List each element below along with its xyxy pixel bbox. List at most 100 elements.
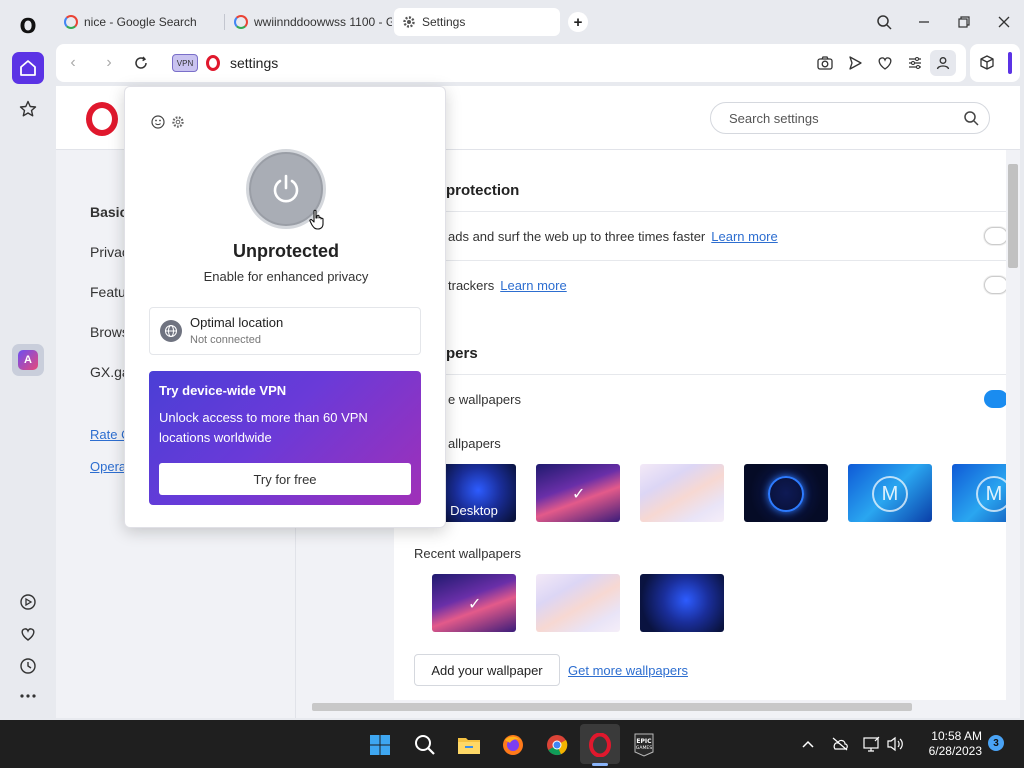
vpn-subtitle: Enable for enhanced privacy	[203, 269, 369, 284]
onedrive-cloud-icon[interactable]	[830, 734, 850, 754]
send-icon[interactable]	[846, 54, 864, 72]
search-icon	[963, 110, 979, 126]
vpn-status-text: Unprotected	[232, 241, 339, 261]
notification-badge[interactable]: 3	[988, 735, 1004, 751]
chevron-up-icon[interactable]	[798, 734, 818, 754]
tab-google-search[interactable]: nice - Google Search	[56, 8, 224, 36]
svg-text:GAMES: GAMES	[636, 745, 652, 751]
windows-taskbar: EPIC GAMES 10:58 AM 6/28/2023 3	[0, 720, 1024, 768]
tab-search-icon[interactable]	[872, 10, 896, 34]
opera-logo-icon	[206, 55, 220, 71]
extensions-cube-icon[interactable]	[978, 54, 996, 72]
horizontal-scrollbar[interactable]	[296, 700, 1006, 714]
learn-more-link[interactable]: Learn more	[711, 229, 777, 244]
aria-app-icon[interactable]: A	[12, 344, 44, 376]
easy-setup-icon[interactable]	[906, 54, 924, 72]
get-more-wallpapers-link[interactable]: Get more wallpapers	[568, 663, 688, 678]
heart-icon[interactable]	[12, 618, 44, 650]
network-monitor-icon[interactable]	[862, 734, 882, 754]
location-status: Not connected	[190, 334, 261, 346]
back-icon[interactable]: ‹	[64, 54, 82, 72]
add-wallpaper-button[interactable]: Add your wallpaper	[414, 654, 560, 686]
minimize-button[interactable]	[912, 10, 936, 34]
more-dots-icon[interactable]	[12, 680, 44, 712]
url-text[interactable]: settings	[230, 55, 278, 71]
opera-taskbar-icon[interactable]	[587, 732, 613, 758]
nav-item-features[interactable]: Featu	[90, 284, 126, 300]
player-icon[interactable]	[12, 586, 44, 618]
opera-help-link[interactable]: Opera	[90, 459, 126, 474]
search-icon[interactable]	[412, 732, 438, 758]
file-explorer-icon[interactable]	[456, 732, 482, 758]
location-title: Optimal location	[190, 315, 284, 330]
tab-label: Settings	[422, 15, 466, 29]
gear-icon	[402, 15, 416, 29]
windows-start-icon[interactable]	[367, 732, 393, 758]
learn-more-link[interactable]: Learn more	[500, 278, 566, 293]
vertical-scrollbar[interactable]	[1006, 150, 1020, 706]
profile-icon[interactable]	[930, 50, 956, 76]
get-more-wallpapers-text[interactable]: Get more wallpapers	[568, 663, 688, 678]
google-icon	[64, 15, 78, 29]
extensions-area	[970, 44, 1020, 82]
vpn-badge[interactable]: VPN	[172, 54, 198, 72]
new-tab-button[interactable]: +	[568, 12, 588, 32]
smiley-feedback-icon[interactable]	[151, 115, 165, 129]
firefox-icon[interactable]	[500, 732, 526, 758]
device-vpn-promo: Try device-wide VPN Unlock access to mor…	[149, 371, 421, 505]
recent-wallpaper-thumbnail[interactable]	[640, 574, 724, 632]
epic-games-icon[interactable]: EPIC GAMES	[631, 732, 657, 758]
history-clock-icon[interactable]	[12, 650, 44, 682]
selected-check-icon: ✓	[572, 486, 586, 503]
close-button[interactable]	[992, 10, 1016, 34]
snapshot-camera-icon[interactable]	[816, 54, 834, 72]
vpn-location-selector[interactable]: Optimal location Not connected	[149, 307, 421, 355]
block-ads-text: ads and surf the web up to three times f…	[448, 229, 706, 244]
tab-separator	[224, 14, 225, 30]
active-app-indicator	[592, 763, 608, 766]
restore-button[interactable]	[952, 10, 976, 34]
tab-label: nice - Google Search	[84, 15, 197, 29]
divider	[394, 211, 1006, 212]
google-icon	[234, 15, 248, 29]
clock-date: 6/28/2023	[928, 744, 982, 758]
reload-icon[interactable]	[132, 54, 150, 72]
bookmark-heart-icon[interactable]	[876, 54, 894, 72]
wallpaper-thumbnail[interactable]	[744, 464, 828, 522]
search-settings-input[interactable]: Search settings	[710, 102, 990, 134]
wallpaper-thumbnail[interactable]	[640, 464, 724, 522]
selected-check-icon: ✓	[468, 596, 482, 613]
globe-icon	[160, 320, 182, 342]
vpn-popup: Unprotected Enable for enhanced privacy …	[124, 86, 446, 528]
wallpaper-thumbnail[interactable]: ✓	[536, 464, 620, 522]
system-clock[interactable]: 10:58 AM 6/28/2023	[918, 729, 982, 759]
wallpapers-section-title: pers	[446, 345, 478, 362]
opera-logo-icon	[86, 102, 118, 136]
nav-item-basic[interactable]: Basic	[90, 204, 127, 220]
enable-wallpapers-label: e wallpapers	[448, 392, 521, 407]
block-ads-toggle[interactable]	[984, 227, 1008, 245]
clock-time: 10:58 AM	[931, 729, 982, 743]
vpn-settings-gear-icon[interactable]	[171, 115, 185, 129]
block-trackers-toggle[interactable]	[984, 276, 1008, 294]
tab-google-search-2[interactable]: wwiinnddoowwss 1100 - G	[226, 8, 392, 36]
opera-menu-icon[interactable]: O	[16, 14, 40, 40]
try-for-free-button[interactable]: Try for free	[159, 463, 411, 495]
home-icon[interactable]	[12, 52, 44, 84]
wallpaper-thumbnail[interactable]: M	[848, 464, 932, 522]
promo-title: Try device-wide VPN	[159, 383, 287, 398]
bookmarks-star-icon[interactable]	[12, 93, 44, 125]
recent-wallpaper-thumbnail[interactable]: ✓	[432, 574, 516, 632]
enable-wallpapers-toggle[interactable]	[984, 390, 1008, 408]
divider	[394, 374, 1006, 375]
divider	[394, 260, 1006, 261]
block-trackers-text: trackers	[448, 278, 495, 293]
tab-settings[interactable]: Settings	[394, 8, 560, 36]
chrome-icon[interactable]	[544, 732, 570, 758]
forward-icon[interactable]: ›	[100, 54, 118, 72]
recent-wallpaper-thumbnail[interactable]	[536, 574, 620, 632]
protection-section-title: protection	[446, 182, 520, 199]
opera-sidebar: O A	[0, 0, 56, 720]
volume-icon[interactable]	[886, 734, 906, 754]
block-trackers-row: trackers Learn more	[448, 278, 567, 293]
